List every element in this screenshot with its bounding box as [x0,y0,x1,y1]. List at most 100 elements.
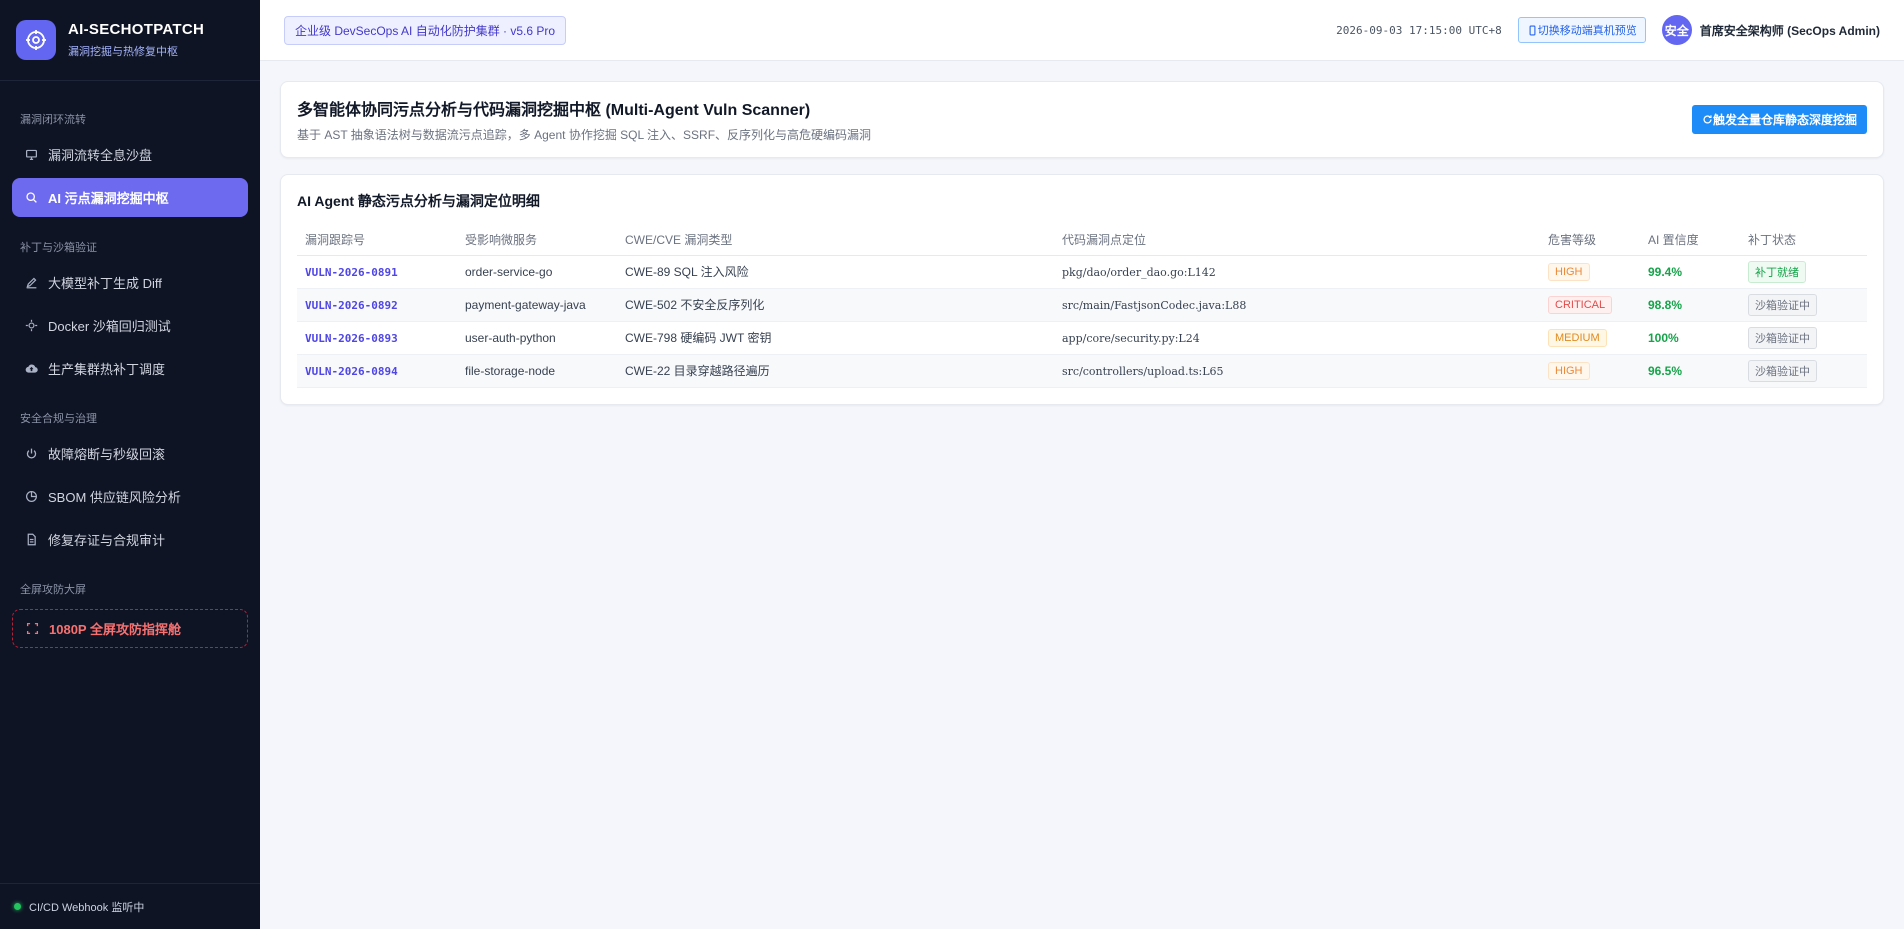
pie-chart-icon [24,490,38,504]
sidebar-item-label: 1080P 全屏攻防指挥舱 [49,622,181,637]
status-dot-icon [14,903,21,910]
service-cell: payment-gateway-java [457,288,617,322]
vuln-id-link[interactable]: VULN-2026-0893 [305,332,398,345]
datetime: 2026-09-03 17:15:00 UTC+8 [1336,23,1502,37]
sidebar-nav: 漏洞闭环流转 漏洞流转全息沙盘 AI 污点漏洞挖掘中枢 补丁与沙箱验证 大模型补… [0,81,260,883]
nav-section-label: 全屏攻防大屏 [20,584,86,596]
cloud-upload-icon [24,362,38,376]
power-icon [24,447,38,461]
sidebar-item-ai-taint-scanner[interactable]: AI 污点漏洞挖掘中枢 [12,178,248,217]
brand: AI-SECHOTPATCH 漏洞挖掘与热修复中枢 [0,0,260,81]
patch-status-badge: 补丁就绪 [1748,260,1806,283]
page-title: 多智能体协同污点分析与代码漏洞挖掘中枢 (Multi-Agent Vuln Sc… [297,102,811,119]
column-header: 危害等级 [1540,225,1640,256]
pen-icon [24,276,38,290]
vuln-table: 漏洞跟踪号 受影响微服务 CWE/CVE 漏洞类型 代码漏洞点定位 危害等级 A… [297,225,1867,388]
severity-badge: CRITICAL [1548,295,1613,314]
sidebar-item-label: 漏洞流转全息沙盘 [48,148,153,163]
refresh-icon [1703,115,1712,124]
sidebar-item-label: 修复存证与合规审计 [48,533,166,548]
trigger-scan-label: 触发全量仓库静态深度挖掘 [1712,113,1857,127]
column-header: AI 置信度 [1640,225,1740,256]
table-row[interactable]: VULN-2026-0894 file-storage-node CWE-22 … [297,354,1867,388]
chip-icon [24,319,38,333]
patch-status-badge: 沙箱验证中 [1748,326,1817,349]
column-header: CWE/CVE 漏洞类型 [617,225,1054,256]
document-icon [24,533,38,547]
code-location: pkg/dao/order_dao.go:L142 [1062,265,1216,279]
code-location: src/main/FastjsonCodec.java:L88 [1062,298,1247,312]
code-location: app/core/security.py:L24 [1062,331,1200,345]
table-title: AI Agent 静态污点分析与漏洞定位明细 [297,193,540,209]
vuln-table-card: AI Agent 静态污点分析与漏洞定位明细 漏洞跟踪号 受影响微服务 CWE/… [280,174,1884,405]
webhook-status: CI/CD Webhook 监听中 [0,883,260,929]
severity-badge: MEDIUM [1548,328,1607,347]
severity-badge: HIGH [1548,361,1590,380]
main-area: 企业级 DevSecOps AI 自动化防护集群 · v5.6 Pro 2026… [260,0,1904,929]
table-row[interactable]: VULN-2026-0892 payment-gateway-java CWE-… [297,288,1867,322]
table-row[interactable]: VULN-2026-0893 user-auth-python CWE-798 … [297,321,1867,355]
column-header: 代码漏洞点定位 [1054,225,1540,256]
webhook-status-text: CI/CD Webhook 监听中 [29,901,145,914]
column-header: 受影响微服务 [457,225,617,256]
sidebar-item-compliance-audit[interactable]: 修复存证与合规审计 [12,520,248,559]
user-name[interactable]: 首席安全架构师 (SecOps Admin) [1700,22,1880,39]
hero-card: 多智能体协同污点分析与代码漏洞挖掘中枢 (Multi-Agent Vuln Sc… [280,81,1884,158]
service-cell: order-service-go [457,255,617,289]
code-location: src/controllers/upload.ts:L65 [1062,364,1224,378]
patch-status-badge: 沙箱验证中 [1748,293,1817,316]
sidebar-item-label: Docker 沙箱回归测试 [48,319,171,334]
brand-title: AI-SECHOTPATCH [68,21,205,38]
vuln-type-cell: CWE-502 不安全反序列化 [617,288,1054,322]
nav-section-label: 补丁与沙箱验证 [20,242,97,254]
column-header: 补丁状态 [1740,225,1867,256]
sidebar-item-label: AI 污点漏洞挖掘中枢 [48,191,169,206]
table-header-row: 漏洞跟踪号 受影响微服务 CWE/CVE 漏洞类型 代码漏洞点定位 危害等级 A… [297,225,1867,256]
confidence-value: 100% [1648,330,1679,345]
sidebar: AI-SECHOTPATCH 漏洞挖掘与热修复中枢 漏洞闭环流转 漏洞流转全息沙… [0,0,260,929]
environment-badge: 企业级 DevSecOps AI 自动化防护集群 · v5.6 Pro [284,15,567,45]
column-header: 漏洞跟踪号 [297,225,457,256]
monitor-icon [24,148,38,162]
trigger-scan-button[interactable]: 触发全量仓库静态深度挖掘 [1691,105,1867,134]
nav-section-label: 漏洞闭环流转 [20,114,86,126]
service-cell: file-storage-node [457,354,617,388]
sidebar-item-label: 故障熔断与秒级回滚 [48,447,166,462]
sidebar-item-llm-patch-diff[interactable]: 大模型补丁生成 Diff [12,263,248,302]
brand-logo-icon [16,20,56,60]
severity-badge: HIGH [1548,262,1590,281]
sidebar-item-label: SBOM 供应链风险分析 [48,490,181,505]
vuln-id-link[interactable]: VULN-2026-0891 [305,266,398,279]
fullscreen-icon [25,622,39,636]
vuln-type-cell: CWE-22 目录穿越路径遍历 [617,354,1054,388]
patch-status-badge: 沙箱验证中 [1748,359,1817,382]
mobile-phone-icon [1529,24,1536,36]
app-root: AI-SECHOTPATCH 漏洞挖掘与热修复中枢 漏洞闭环流转 漏洞流转全息沙… [0,0,1904,929]
topbar: 企业级 DevSecOps AI 自动化防护集群 · v5.6 Pro 2026… [260,0,1904,61]
search-icon [24,191,38,205]
avatar[interactable]: 安全 [1661,15,1692,45]
sidebar-item-vuln-sandbox[interactable]: 漏洞流转全息沙盘 [12,135,248,174]
table-row[interactable]: VULN-2026-0891 order-service-go CWE-89 S… [297,255,1867,289]
sidebar-item-label: 大模型补丁生成 Diff [48,276,162,291]
nav-section-label: 安全合规与治理 [20,413,97,425]
sidebar-item-sbom-analysis[interactable]: SBOM 供应链风险分析 [12,477,248,516]
vuln-type-cell: CWE-89 SQL 注入风险 [617,255,1054,289]
vuln-type-cell: CWE-798 硬编码 JWT 密钥 [617,321,1054,355]
mobile-preview-button[interactable]: 切换移动端真机预览 [1517,17,1646,43]
sidebar-item-circuit-breaker-rollback[interactable]: 故障熔断与秒级回滚 [12,434,248,473]
confidence-value: 98.8% [1648,297,1683,312]
sidebar-item-hotpatch-scheduling[interactable]: 生产集群热补丁调度 [12,349,248,388]
page-subtitle: 基于 AST 抽象语法树与数据流污点追踪，多 Agent 协作挖掘 SQL 注入… [297,128,872,142]
content: 多智能体协同污点分析与代码漏洞挖掘中枢 (Multi-Agent Vuln Sc… [260,61,1904,425]
vuln-id-link[interactable]: VULN-2026-0892 [305,299,398,312]
confidence-value: 96.5% [1648,363,1683,378]
sidebar-item-label: 生产集群热补丁调度 [48,362,166,377]
confidence-value: 99.4% [1648,264,1683,279]
service-cell: user-auth-python [457,321,617,355]
sidebar-item-docker-sandbox[interactable]: Docker 沙箱回归测试 [12,306,248,345]
sidebar-item-fullscreen-command[interactable]: 1080P 全屏攻防指挥舱 [12,609,248,648]
vuln-id-link[interactable]: VULN-2026-0894 [305,365,398,378]
mobile-preview-label: 切换移动端真机预览 [1537,25,1637,37]
brand-subtitle: 漏洞挖掘与热修复中枢 [68,46,178,58]
